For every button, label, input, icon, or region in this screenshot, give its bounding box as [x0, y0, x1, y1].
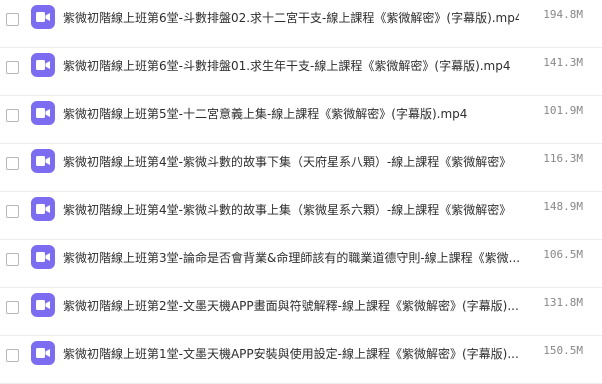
- file-name[interactable]: 紫微初階線上班第4堂-紫微斗數的故事下集（天府星系八顆）-線上課程《紫微解密》: [63, 153, 519, 170]
- file-name[interactable]: 紫微初階線上班第3堂-論命是否會背業&命理師該有的職業道德守則-線上課程《紫微.…: [63, 249, 519, 266]
- file-name[interactable]: 紫微初階線上班第4堂-紫微斗數的故事上集（紫微星系六顆）-線上課程《紫微解密》: [63, 201, 519, 218]
- file-row[interactable]: 紫微初階線上班第1堂-文墨天機APP安裝與使用設定-線上課程《紫微解密》(字幕版…: [0, 336, 602, 384]
- select-checkbox[interactable]: [6, 61, 19, 74]
- video-file-icon: [31, 197, 55, 221]
- video-file-icon: [31, 341, 55, 365]
- select-checkbox[interactable]: [6, 301, 19, 314]
- file-name[interactable]: 紫微初階線上班第6堂-斗數排盤02.求十二宮干支-線上課程《紫微解密》(字幕版)…: [63, 9, 519, 26]
- video-file-icon: [31, 293, 55, 317]
- video-file-icon: [31, 101, 55, 125]
- video-file-icon: [31, 5, 55, 29]
- file-size: 148.9M: [543, 200, 583, 213]
- file-row[interactable]: 紫微初階線上班第4堂-紫微斗數的故事下集（天府星系八顆）-線上課程《紫微解密》 …: [0, 144, 602, 192]
- file-size: 150.5M: [543, 344, 583, 357]
- select-checkbox[interactable]: [6, 349, 19, 362]
- file-row[interactable]: 紫微初階線上班第5堂-十二宮意義上集-線上課程《紫微解密》(字幕版).mp4 1…: [0, 96, 602, 144]
- select-checkbox[interactable]: [6, 109, 19, 122]
- file-name[interactable]: 紫微初階線上班第6堂-斗數排盤01.求生年干支-線上課程《紫微解密》(字幕版).…: [63, 57, 519, 74]
- file-size: 141.3M: [543, 56, 583, 69]
- file-size: 106.5M: [543, 248, 583, 261]
- select-checkbox[interactable]: [6, 205, 19, 218]
- file-row[interactable]: 紫微初階線上班第4堂-紫微斗數的故事上集（紫微星系六顆）-線上課程《紫微解密》 …: [0, 192, 602, 240]
- file-size: 116.3M: [543, 152, 583, 165]
- select-checkbox[interactable]: [6, 253, 19, 266]
- file-name[interactable]: 紫微初階線上班第5堂-十二宮意義上集-線上課程《紫微解密》(字幕版).mp4: [63, 105, 519, 122]
- file-row[interactable]: 紫微初階線上班第3堂-論命是否會背業&命理師該有的職業道德守則-線上課程《紫微.…: [0, 240, 602, 288]
- video-file-icon: [31, 245, 55, 269]
- file-row[interactable]: 紫微初階線上班第6堂-斗數排盤01.求生年干支-線上課程《紫微解密》(字幕版).…: [0, 48, 602, 96]
- file-list: 紫微初階線上班第6堂-斗數排盤02.求十二宮干支-線上課程《紫微解密》(字幕版)…: [0, 0, 602, 384]
- file-size: 194.8M: [543, 8, 583, 21]
- file-name[interactable]: 紫微初階線上班第2堂-文墨天機APP畫面與符號解釋-線上課程《紫微解密》(字幕版…: [63, 297, 519, 314]
- select-checkbox[interactable]: [6, 13, 19, 26]
- file-row[interactable]: 紫微初階線上班第2堂-文墨天機APP畫面與符號解釋-線上課程《紫微解密》(字幕版…: [0, 288, 602, 336]
- file-name[interactable]: 紫微初階線上班第1堂-文墨天機APP安裝與使用設定-線上課程《紫微解密》(字幕版…: [63, 345, 519, 362]
- file-size: 101.9M: [543, 104, 583, 117]
- select-checkbox[interactable]: [6, 157, 19, 170]
- video-file-icon: [31, 53, 55, 77]
- file-row[interactable]: 紫微初階線上班第6堂-斗數排盤02.求十二宮干支-線上課程《紫微解密》(字幕版)…: [0, 0, 602, 48]
- video-file-icon: [31, 149, 55, 173]
- file-size: 131.8M: [543, 296, 583, 309]
